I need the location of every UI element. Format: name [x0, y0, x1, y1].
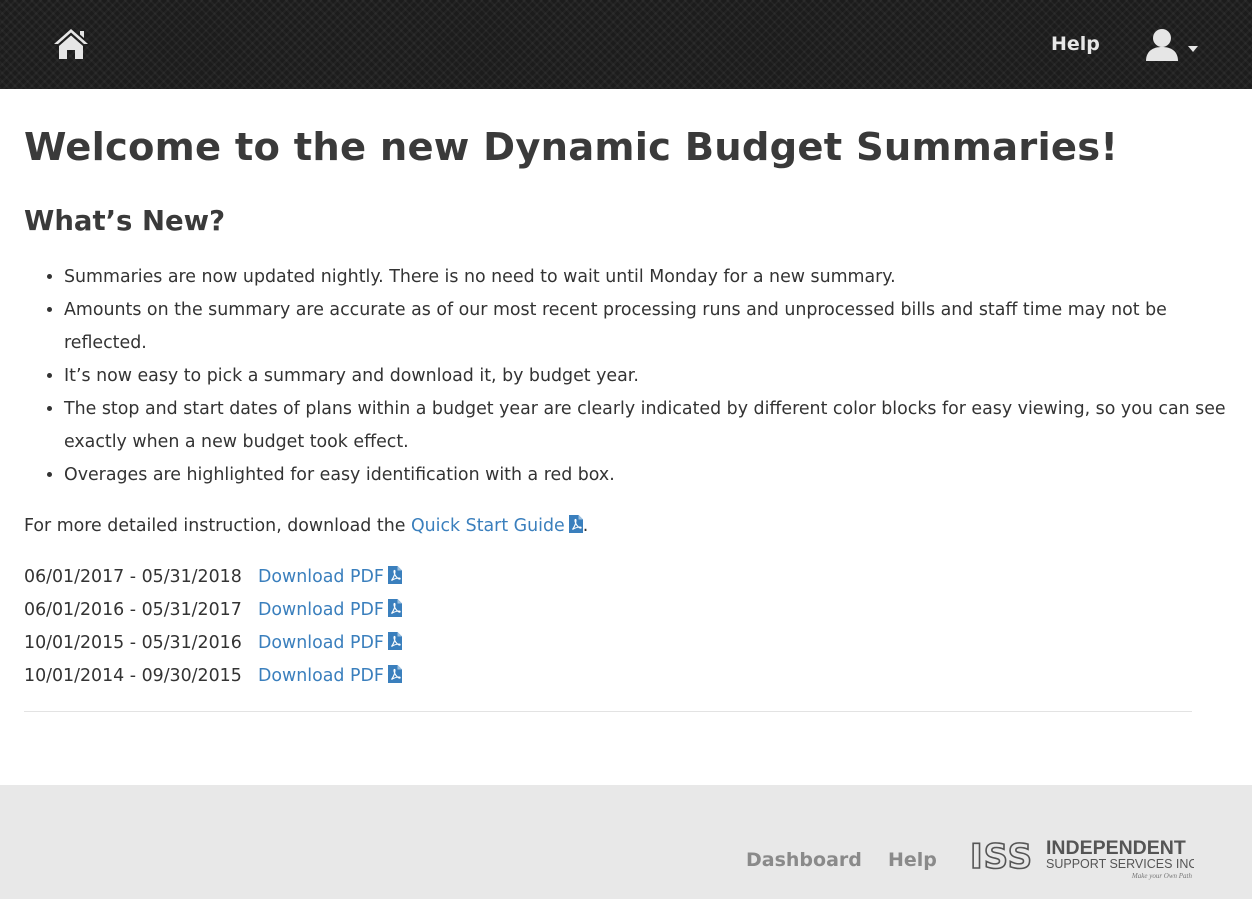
user-icon	[1146, 29, 1178, 61]
footer-help-link[interactable]: Help	[888, 847, 937, 873]
instruction-text: For more detailed instruction, download …	[24, 510, 1192, 543]
download-pdf-label[interactable]: Download PDF	[258, 567, 384, 587]
summary-row: 06/01/2016 - 05/31/2017 Download PDF	[24, 594, 1192, 627]
download-pdf-label[interactable]: Download PDF	[258, 600, 384, 620]
caret-down-icon	[1188, 46, 1198, 52]
summary-row: 10/01/2015 - 05/31/2016 Download PDF	[24, 627, 1192, 660]
section-heading: What’s New?	[24, 205, 226, 237]
list-item: The stop and start dates of plans within…	[64, 393, 1236, 459]
pdf-file-icon[interactable]	[387, 632, 402, 650]
pdf-file-icon[interactable]	[387, 665, 402, 683]
whats-new-list: Summaries are now updated nightly. There…	[24, 261, 1236, 492]
company-logo[interactable]: ISS INDEPENDENT SUPPORT SERVICES INC. Ma…	[970, 837, 1194, 881]
logo-line2: SUPPORT SERVICES INC.	[1046, 857, 1194, 871]
divider	[24, 711, 1192, 712]
budget-year-range: 10/01/2014 - 09/30/2015	[24, 666, 242, 686]
summary-row: 10/01/2014 - 09/30/2015 Download PDF	[24, 660, 1192, 693]
download-pdf-link[interactable]: Download PDF	[258, 566, 402, 587]
user-menu-dropdown[interactable]	[1144, 27, 1202, 65]
budget-year-range: 06/01/2017 - 05/31/2018	[24, 567, 242, 587]
quick-start-guide-link[interactable]: Quick Start Guide	[411, 515, 583, 536]
list-item: Summaries are now updated nightly. There…	[64, 261, 1236, 294]
logo-mark: ISS	[970, 837, 1033, 877]
footer-dashboard-link[interactable]: Dashboard	[746, 847, 862, 873]
guide-link-label[interactable]: Quick Start Guide	[411, 516, 565, 536]
instruction-suffix: .	[582, 516, 589, 536]
pdf-file-icon[interactable]	[387, 566, 402, 584]
pdf-file-icon[interactable]	[568, 515, 583, 533]
logo-line1: INDEPENDENT	[1046, 837, 1186, 859]
budget-year-range: 06/01/2016 - 05/31/2017	[24, 600, 242, 620]
list-item: Amounts on the summary are accurate as o…	[64, 294, 1236, 360]
home-icon[interactable]	[52, 27, 90, 61]
download-pdf-link[interactable]: Download PDF	[258, 665, 402, 686]
budget-year-range: 10/01/2015 - 05/31/2016	[24, 633, 242, 653]
summary-row: 06/01/2017 - 05/31/2018 Download PDF	[24, 561, 1192, 594]
list-item: It’s now easy to pick a summary and down…	[64, 360, 1236, 393]
logo-tagline: Make your Own Path	[1131, 872, 1193, 880]
download-pdf-label[interactable]: Download PDF	[258, 666, 384, 686]
footer: Dashboard Help ISS INDEPENDENT SUPPORT S…	[0, 785, 1252, 899]
summary-list: 06/01/2017 - 05/31/2018 Download PDF 06/0…	[24, 561, 1192, 693]
page-title: Welcome to the new Dynamic Budget Summar…	[24, 125, 1119, 170]
nav-help-link[interactable]: Help	[1051, 31, 1100, 57]
instruction-prefix: For more detailed instruction, download …	[24, 516, 406, 536]
top-navbar: Help	[0, 0, 1252, 89]
download-pdf-link[interactable]: Download PDF	[258, 599, 402, 620]
download-pdf-link[interactable]: Download PDF	[258, 632, 402, 653]
pdf-file-icon[interactable]	[387, 599, 402, 617]
list-item: Overages are highlighted for easy identi…	[64, 459, 1236, 492]
download-pdf-label[interactable]: Download PDF	[258, 633, 384, 653]
